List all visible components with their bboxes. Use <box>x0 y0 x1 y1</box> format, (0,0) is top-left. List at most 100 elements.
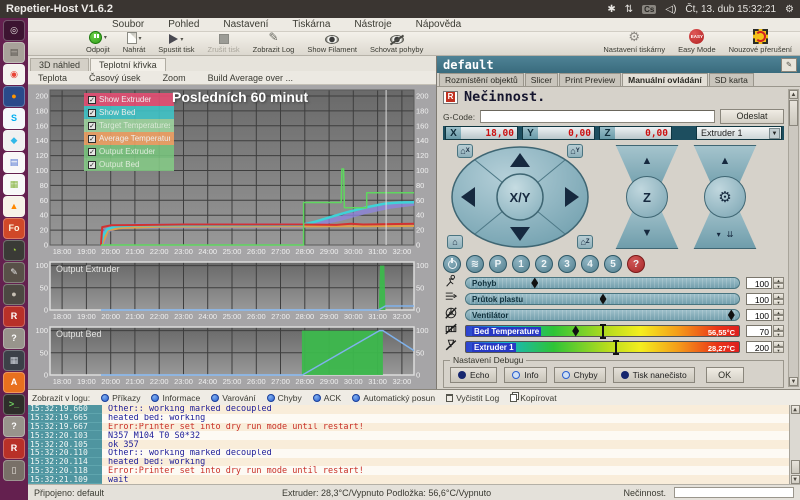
z-pad-center[interactable]: Z <box>626 176 668 218</box>
legend-output-extruder[interactable]: ✓Output Extruder <box>84 145 174 158</box>
sync-indicator-icon[interactable]: ⇅ <box>625 4 633 15</box>
launcher-item-tools[interactable]: ✎ <box>3 262 25 283</box>
easy-mode-button[interactable]: EASYEasy Mode <box>678 29 716 54</box>
spin-down-icon[interactable]: ▼ <box>773 331 784 337</box>
tab-3d-n-hled[interactable]: 3D náhled <box>30 58 89 71</box>
launcher-item-chrome[interactable]: ◉ <box>3 64 25 85</box>
home-all-button[interactable]: ⌂ <box>447 235 463 249</box>
preset-1-button[interactable]: 1 <box>512 255 530 273</box>
debug-tisk-nane-isto-toggle[interactable]: Tisk nanečisto <box>613 367 695 383</box>
launcher-item-writer[interactable]: ▤ <box>3 152 25 173</box>
extruder-temp-slider-track[interactable]: Extruder 128,27°C <box>465 341 740 353</box>
launcher-item-fontforge[interactable]: Fo <box>3 218 25 239</box>
bed-temp-value[interactable]: 70 <box>746 325 772 337</box>
flow-slider-track[interactable]: Průtok plastu <box>465 293 740 305</box>
ok-button[interactable]: OK <box>706 367 744 383</box>
launcher-item-software-center[interactable]: A <box>3 372 25 393</box>
edit-printer-icon[interactable]: ✎ <box>781 58 797 72</box>
log-filter-varov-n-[interactable]: Varování <box>211 393 255 403</box>
flow-slider-thumb[interactable] <box>600 294 607 305</box>
scroll-down-icon[interactable]: ▼ <box>789 377 798 386</box>
session-gear-icon[interactable]: ⚙ <box>785 4 794 15</box>
tab-print-preview[interactable]: Print Preview <box>559 73 621 86</box>
keyboard-layout-indicator[interactable]: Cs <box>642 5 656 14</box>
fan-value[interactable]: 100 <box>746 309 772 321</box>
tab-teplotn-k-ivka[interactable]: Teplotní křivka <box>90 58 166 71</box>
legend-average-temperatures[interactable]: ✓Average Temperatures <box>84 132 174 145</box>
launcher-item-unknown-1[interactable]: ? <box>3 328 25 349</box>
chart-menu-zoom[interactable]: Zoom <box>163 73 186 83</box>
chart-menu--asov-sek[interactable]: Časový úsek <box>89 73 141 83</box>
scroll-up-icon[interactable]: ▲ <box>791 405 800 414</box>
legend-output-bed[interactable]: ✓Output Bed <box>84 158 174 171</box>
launcher-item-gimp[interactable]: ● <box>3 284 25 305</box>
launcher-item-files[interactable]: ▤ <box>3 42 25 63</box>
network-indicator-icon[interactable]: ✱ <box>607 4 615 15</box>
launcher-item-skype[interactable]: S <box>3 108 25 129</box>
checkbox-checked-icon[interactable]: ✓ <box>88 161 96 169</box>
launcher-item-calc[interactable]: ▦ <box>3 174 25 195</box>
panel-scrollbar[interactable]: ▲ ▼ <box>788 89 799 387</box>
menu-soubor[interactable]: Soubor <box>112 19 144 30</box>
menu-tisk-rna[interactable]: Tiskárna <box>292 19 330 30</box>
chevron-down-icon[interactable]: ▼ <box>769 128 780 139</box>
scrollbar-thumb[interactable] <box>789 100 798 126</box>
bed-temp-slider-track[interactable]: Bed Temperature56,55°C <box>465 325 740 337</box>
debug-echo-toggle[interactable]: Echo <box>450 367 497 383</box>
emergency-stop-button[interactable]: Nouzové přerušení <box>729 29 792 54</box>
menu-n-pov-da[interactable]: Nápověda <box>416 19 462 30</box>
toggle-log-button[interactable]: ✎Zobrazit Log <box>253 30 295 54</box>
tab-manu-ln-ovl-d-n-[interactable]: Manuální ovládání <box>622 73 708 86</box>
gcode-input[interactable] <box>480 110 715 123</box>
kill-print-button[interactable]: Zrušit tisk <box>208 34 240 54</box>
tab-sd-karta[interactable]: SD karta <box>709 73 754 86</box>
log-scrollbar[interactable]: ▲ ▼ <box>789 405 800 484</box>
tab-slicer[interactable]: Slicer <box>525 73 558 86</box>
spin-down-icon[interactable]: ▼ <box>773 283 784 289</box>
launcher-item-calculator[interactable]: ▦ <box>3 350 25 371</box>
preset-3-button[interactable]: 3 <box>558 255 576 273</box>
bed-temp-slider-thumb[interactable] <box>572 326 579 337</box>
copy-log-button[interactable]: Kopírovat <box>510 393 556 403</box>
extrude-fast-icon[interactable]: ⇊ <box>727 230 734 239</box>
speed-slider-thumb[interactable] <box>531 278 538 289</box>
checkbox-checked-icon[interactable]: ✓ <box>88 148 96 156</box>
checkbox-checked-icon[interactable]: ✓ <box>88 109 96 117</box>
help-debug-button[interactable]: ? <box>627 255 645 273</box>
load-button[interactable]: ▾Nahrát <box>123 32 146 54</box>
launcher-item-repetier-1[interactable]: R <box>3 306 25 327</box>
scrollbar-thumb[interactable] <box>791 460 800 474</box>
xy-jog-pad[interactable]: X/Y ⌂X ⌂Y ⌂ ⌂Z <box>445 145 595 249</box>
legend-target-temperatures[interactable]: ✓Target Temperatures <box>84 119 174 132</box>
preset-5-button[interactable]: 5 <box>604 255 622 273</box>
show-filament-button[interactable]: Show Filament <box>307 35 357 54</box>
home-z-button[interactable]: ⌂Z <box>577 235 593 249</box>
scroll-up-icon[interactable]: ▲ <box>789 90 798 99</box>
checkbox-checked-icon[interactable]: ✓ <box>88 135 96 143</box>
volume-icon[interactable]: ◁) <box>665 4 676 15</box>
hide-travel-button[interactable]: Schovat pohyby <box>370 35 423 54</box>
log-filter-automatick-posun[interactable]: Automatický posun <box>352 393 435 403</box>
tab-rozm-st-n-objekt-[interactable]: Rozmístění objektů <box>439 73 524 86</box>
launcher-item-terminal[interactable]: >_ <box>3 394 25 415</box>
menu-pohled[interactable]: Pohled <box>168 19 199 30</box>
checkbox-checked-icon[interactable]: ✓ <box>88 96 96 104</box>
log-filter-p-kazy[interactable]: Příkazy <box>101 393 140 403</box>
start-print-button[interactable]: ▾Spustit tisk <box>158 34 194 54</box>
legend-show-bed[interactable]: ✓Show Bed <box>84 106 174 119</box>
launcher-item-repetier-2[interactable]: R <box>3 438 25 459</box>
log-filter-informace[interactable]: Informace <box>151 393 200 403</box>
printer-settings-button[interactable]: ⚙Nastavení tiskárny <box>603 30 665 54</box>
launcher-item-vlc[interactable]: ▲ <box>3 196 25 217</box>
flow-value[interactable]: 100 <box>746 293 772 305</box>
scroll-down-icon[interactable]: ▼ <box>791 475 800 484</box>
extruder-select[interactable]: Extruder 1 ▼ <box>696 126 782 140</box>
speed-slider-track[interactable]: Pohyb <box>465 277 740 289</box>
launcher-item-unknown-2[interactable]: ? <box>3 416 25 437</box>
home-x-button[interactable]: ⌂X <box>457 144 473 158</box>
launcher-item-kodi[interactable]: ◆ <box>3 130 25 151</box>
menu-n-stroje[interactable]: Nástroje <box>354 19 391 30</box>
speed-value[interactable]: 100 <box>746 277 772 289</box>
legend-show-extruder[interactable]: ✓Show Extruder <box>84 93 174 106</box>
disconnect-button[interactable]: ▾Odpojit <box>86 31 110 54</box>
